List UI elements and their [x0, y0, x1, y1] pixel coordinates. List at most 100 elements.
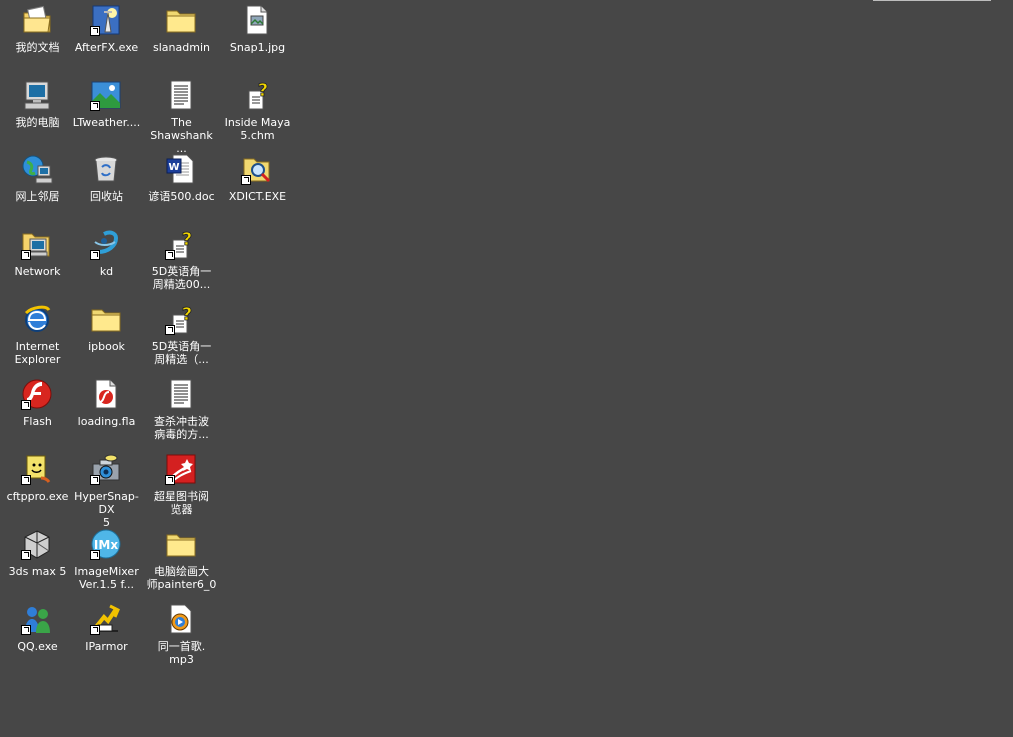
flash-icon — [21, 378, 53, 410]
desktop-icon-hypersnap[interactable]: HyperSnap-DX 5 — [69, 452, 144, 529]
icon-label: 5D英语角一 周精选00... — [151, 265, 212, 291]
icon-label: kd — [99, 265, 114, 278]
shortcut-arrow-icon — [165, 250, 175, 260]
desktop-icon-snap1[interactable]: Snap1.jpg — [220, 3, 295, 78]
desktop-icon-loading-fla[interactable]: loading.fla — [69, 377, 144, 452]
shortcut-arrow-icon — [165, 475, 175, 485]
kd-app-icon — [90, 228, 122, 260]
shortcut-arrow-icon — [21, 550, 31, 560]
icon-label: Flash — [23, 415, 52, 428]
my-documents-icon — [21, 4, 53, 36]
text-document-icon — [165, 79, 197, 111]
help-file-icon: ? — [165, 303, 197, 335]
desktop-icon-virus-cleanup[interactable]: 查杀冲击波 病毒的方... — [144, 377, 219, 452]
shortcut-arrow-icon — [165, 325, 175, 335]
desktop-icon-my-documents[interactable]: 我的文档 — [0, 3, 75, 78]
icon-label: 我的文档 — [15, 41, 60, 54]
landscape-icon — [90, 79, 122, 111]
icon-label: 查杀冲击波 病毒的方... — [154, 415, 209, 441]
desktop-icon-slanadmin[interactable]: slanadmin — [144, 3, 219, 78]
desktop-icon-internet-explorer[interactable]: Internet Explorer — [0, 302, 75, 377]
icon-label: cftppro.exe — [6, 490, 69, 503]
desktop-icon-afterfx[interactable]: AfterFX.exe — [69, 3, 144, 78]
internet-explorer-icon — [21, 303, 53, 335]
my-computer-icon — [21, 79, 53, 111]
shortcut-arrow-icon — [90, 101, 100, 111]
shortcut-arrow-icon — [21, 475, 31, 485]
fla-file-icon — [90, 378, 122, 410]
help-file-icon: ? — [165, 228, 197, 260]
shortcut-arrow-icon — [90, 475, 100, 485]
desktop-icon-qq[interactable]: QQ.exe — [0, 602, 75, 677]
folder-icon — [165, 528, 197, 560]
icon-label: LTweather.... — [72, 116, 141, 129]
desktop-icon-my-computer[interactable]: 我的电脑 — [0, 78, 75, 153]
desktop-icon-ltweather[interactable]: LTweather.... — [69, 78, 144, 153]
3ds-max-icon — [21, 528, 53, 560]
desktop-icon-3ds-max[interactable]: 3ds max 5 — [0, 527, 75, 602]
folder-icon — [90, 303, 122, 335]
desktop-icon-kd[interactable]: kd — [69, 227, 144, 302]
icon-label: 3ds max 5 — [8, 565, 67, 578]
shortcut-arrow-icon — [21, 400, 31, 410]
recycle-bin-icon — [90, 153, 122, 185]
desktop-icon-network-places[interactable]: 网上邻居 — [0, 152, 75, 227]
icon-label: The Shawshank ... — [150, 116, 213, 155]
icon-label: 电脑绘画大 师painter6_0 — [146, 565, 217, 591]
word-document-icon: W — [165, 153, 197, 185]
icon-label: 同一首歌. mp3 — [157, 640, 206, 666]
svg-text:W: W — [168, 162, 179, 173]
dictionary-app-icon — [241, 153, 273, 185]
text-document-icon — [165, 378, 197, 410]
media-file-icon — [165, 603, 197, 635]
help-file-icon: ? — [241, 79, 273, 111]
icon-label: IParmor — [85, 640, 128, 653]
icon-label: Network — [14, 265, 61, 278]
icon-label: XDICT.EXE — [228, 190, 287, 203]
desktop-icon-superstar-reader[interactable]: 超星图书阅 览器 — [144, 452, 219, 527]
icon-label: Snap1.jpg — [229, 41, 286, 54]
folder-icon — [165, 4, 197, 36]
desktop-icon-flash[interactable]: Flash — [0, 377, 75, 452]
desktop-icon-ipbook[interactable]: ipbook — [69, 302, 144, 377]
shortcut-arrow-icon — [90, 250, 100, 260]
icon-label: HyperSnap-DX 5 — [74, 490, 139, 529]
desktop-icon-5d-english-2[interactable]: ? 5D英语角一 周精选（... — [144, 302, 219, 377]
svg-text:?: ? — [182, 229, 192, 250]
qq-icon — [21, 603, 53, 635]
desktop-icon-xdict[interactable]: XDICT.EXE — [220, 152, 295, 227]
desktop-icon-proverbs-doc[interactable]: W 谚语500.doc — [144, 152, 219, 227]
desktop[interactable]: 我的文档 我的电脑 网上邻居 Network Internet Explorer… — [0, 0, 1013, 737]
icon-label: slanadmin — [153, 41, 210, 54]
network-shortcut-icon — [21, 228, 53, 260]
desktop-icon-imagemixer[interactable]: IMx ImageMixer Ver.1.5 f... — [69, 527, 144, 602]
network-places-icon — [21, 153, 53, 185]
icon-label: 谚语500.doc — [148, 190, 215, 203]
icon-label: QQ.exe — [17, 640, 58, 653]
icon-label: 我的电脑 — [15, 116, 60, 129]
desktop-icon-recycle-bin[interactable]: 回收站 — [69, 152, 144, 227]
icon-label: Inside Maya 5.chm — [224, 116, 291, 142]
desktop-icon-painter6[interactable]: 电脑绘画大 师painter6_0 — [144, 527, 219, 602]
desktop-icon-song-mp3[interactable]: 同一首歌. mp3 — [144, 602, 219, 677]
desktop-icon-cftppro[interactable]: cftppro.exe — [0, 452, 75, 527]
camera-icon — [90, 453, 122, 485]
desktop-icon-shawshank[interactable]: The Shawshank ... — [144, 78, 219, 155]
desktop-icon-iparmor[interactable]: IParmor — [69, 602, 144, 677]
icon-label: loading.fla — [77, 415, 136, 428]
desktop-icon-inside-maya[interactable]: ? Inside Maya 5.chm — [220, 78, 295, 153]
iparmor-icon — [90, 603, 122, 635]
shortcut-arrow-icon — [21, 625, 31, 635]
imagemixer-icon: IMx — [90, 528, 122, 560]
icon-label: ImageMixer Ver.1.5 f... — [74, 565, 139, 591]
svg-text:?: ? — [258, 80, 268, 101]
superstar-reader-icon — [165, 453, 197, 485]
shortcut-arrow-icon — [21, 250, 31, 260]
icon-label: 回收站 — [90, 190, 123, 203]
ftp-app-icon — [21, 453, 53, 485]
icon-label: ipbook — [88, 340, 125, 353]
desktop-icon-5d-english-1[interactable]: ? 5D英语角一 周精选00... — [144, 227, 219, 302]
shortcut-arrow-icon — [90, 26, 100, 36]
desktop-icon-network[interactable]: Network — [0, 227, 75, 302]
icon-label: 5D英语角一 周精选（... — [151, 340, 212, 366]
